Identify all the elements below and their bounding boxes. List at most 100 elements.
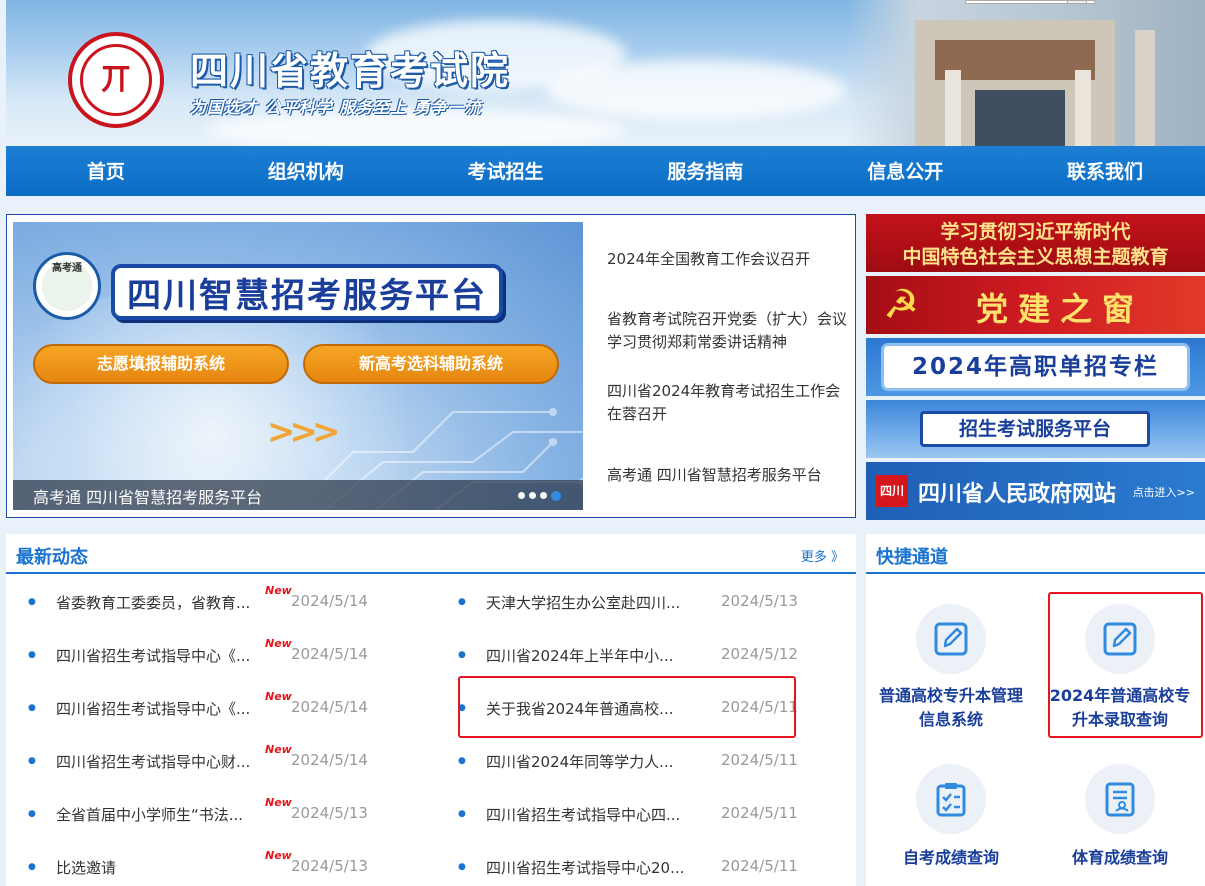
news-item[interactable]: ● 四川省招生考试指导中心《... New 2024/5/14 — [28, 637, 371, 669]
news-title: 关于我省2024年普通高校... — [486, 700, 674, 718]
news-item[interactable]: ● 四川省招生考试指导中心四... 2024/5/11 — [458, 804, 801, 828]
featured-panel: 高考通 四川智慧招考服务平台 志愿填报辅助系统 新高考选科辅助系统 >>> 高考… — [6, 214, 856, 518]
news-item[interactable]: ● 全省首届中小学师生“书法... New 2024/5/13 — [28, 796, 371, 828]
headline-item[interactable]: 2024年全国教育工作会议召开 — [607, 248, 855, 271]
site-logo[interactable]: 丌 — [68, 32, 164, 128]
new-badge: New — [265, 849, 292, 862]
news-item[interactable]: ● 省委教育工委委员，省教育... New 2024/5/14 — [28, 584, 371, 616]
news-header: 最新动态 更多 》 — [6, 534, 856, 574]
bullet-icon: ● — [28, 756, 36, 766]
nav-item-service-guide[interactable]: 服务指南 — [605, 146, 805, 196]
image-slider[interactable]: 高考通 四川智慧招考服务平台 志愿填报辅助系统 新高考选科辅助系统 >>> 高考… — [13, 222, 583, 510]
news-date: 2024/5/14 — [291, 698, 368, 716]
new-badge: New — [265, 743, 292, 756]
slider-title: 四川智慧招考服务平台 — [111, 264, 503, 320]
more-link[interactable]: 更多 》 — [801, 546, 844, 565]
news-date: 2024/5/14 — [291, 751, 368, 769]
new-badge: New — [265, 637, 292, 650]
bullet-icon: ● — [28, 650, 36, 660]
slider-logo-text: 高考通 — [52, 263, 82, 274]
provincial-government-banner[interactable]: 四川 四川省人民政府网站 点击进入>> — [866, 462, 1205, 520]
news-date: 2024/5/14 — [291, 645, 368, 663]
quick-label: 2024年普通高校专 — [1049, 686, 1191, 705]
news-item[interactable]: ● 四川省招生考试指导中心20... 2024/5/11 — [458, 857, 801, 881]
news-item[interactable]: ● 四川省招生考试指导中心财... New 2024/5/14 — [28, 743, 371, 775]
news-item[interactable]: ● 四川省招生考试指导中心《... New 2024/5/14 — [28, 690, 371, 722]
headline-item[interactable]: 省教育考试院召开党委（扩大）会议学习贯彻郑莉常委讲话精神 — [607, 308, 855, 354]
news-item[interactable]: ● 四川省2024年上半年中小... 2024/5/12 — [458, 645, 801, 669]
news-title: 四川省招生考试指导中心财... — [56, 753, 251, 771]
bullet-icon: ● — [458, 597, 466, 607]
subject-selection-button[interactable]: 新高考选科辅助系统 — [303, 344, 559, 384]
party-building-banner[interactable]: ☭ 党建之窗 — [866, 276, 1205, 334]
news-date: 2024/5/11 — [721, 857, 798, 875]
site-title: 四川省教育考试院 — [190, 49, 511, 93]
news-date: 2024/5/14 — [291, 592, 368, 610]
clipboard-check-icon — [916, 764, 986, 834]
site-header: 丌 四川省教育考试院 为国选才 公平科学 服务至上 勇争一流 — [6, 0, 1205, 146]
slider-dot[interactable] — [540, 492, 547, 499]
news-item[interactable]: ● 四川省2024年同等学力人... 2024/5/11 — [458, 751, 801, 775]
document-list-icon — [1085, 764, 1155, 834]
bullet-icon: ● — [28, 597, 36, 607]
slider-caption-bar: 高考通 四川省智慧招考服务平台 — [13, 480, 583, 510]
bullet-icon: ● — [28, 809, 36, 819]
news-item[interactable]: ● 比选邀请 New 2024/5/13 — [28, 849, 371, 881]
headline-item[interactable]: 高考通 四川省智慧招考服务平台 — [607, 464, 855, 487]
news-date: 2024/5/13 — [291, 804, 368, 822]
bullet-icon: ● — [458, 809, 466, 819]
vocational-admission-banner[interactable]: 2024年高职单招专栏 — [866, 338, 1205, 396]
news-title: 比选邀请 — [56, 859, 117, 877]
quick-label: 信息系统 — [918, 710, 983, 729]
news-title: 省委教育工委委员，省教育... — [56, 594, 251, 612]
news-title: 四川省2024年同等学力人... — [486, 753, 674, 771]
slider-logo: 高考通 — [33, 252, 101, 320]
quick-label: 升本录取查询 — [1071, 710, 1168, 729]
slider-dot[interactable] — [518, 492, 525, 499]
site-slogan: 为国选才 公平科学 服务至上 勇争一流 — [190, 98, 482, 117]
latest-news-panel: 最新动态 更多 》 ● 省委教育工委委员，省教育... New 2024/5/14 ● 四… — [6, 534, 856, 886]
enter-link: 点击进入>> — [1132, 486, 1195, 499]
nav-item-home[interactable]: 首页 — [6, 146, 206, 196]
banner-text: 中国特色社会主义思想主题教育 — [902, 246, 1169, 268]
news-title: 最新动态 — [16, 547, 88, 568]
search-button[interactable] — [1067, 0, 1087, 4]
quick-label: 体育成绩查询 — [1071, 848, 1168, 867]
bullet-icon: ● — [28, 862, 36, 872]
quick-access-panel: 快捷通道 普通高校专升本管理 信息系统 2024年普通高校专 升本录取查询 自考… — [866, 534, 1205, 886]
news-title: 全省首届中小学师生“书法... — [56, 806, 244, 824]
slider-dot[interactable] — [529, 492, 536, 499]
edit-icon — [1085, 604, 1155, 674]
slider-dots — [518, 491, 561, 501]
quick-title: 快捷通道 — [876, 547, 948, 568]
news-item[interactable]: ● 关于我省2024年普通高校... 2024/5/11 — [458, 698, 801, 722]
news-date: 2024/5/11 — [721, 804, 798, 822]
banner-text: 党建之窗 — [976, 290, 1145, 328]
nav-item-contact[interactable]: 联系我们 — [1005, 146, 1205, 196]
bullet-icon: ● — [458, 703, 466, 713]
bullet-icon: ● — [458, 862, 466, 872]
bullet-icon: ● — [458, 756, 466, 766]
news-title: 四川省招生考试指导中心《... — [56, 700, 251, 718]
logo-glyph: 丌 — [101, 62, 131, 97]
news-title: 四川省2024年上半年中小... — [486, 647, 674, 665]
headline-item[interactable]: 四川省2024年教育考试招生工作会在蓉召开 — [607, 380, 855, 426]
nav-item-exams[interactable]: 考试招生 — [406, 146, 606, 196]
slider-caption: 高考通 四川省智慧招考服务平台 — [33, 488, 263, 507]
new-badge: New — [265, 584, 292, 597]
header-cloud — [546, 60, 846, 120]
news-title: 天津大学招生办公室赴四川... — [486, 594, 681, 612]
exam-service-platform-banner[interactable]: 招生考试服务平台 — [866, 400, 1205, 458]
news-title: 四川省招生考试指导中心四... — [486, 806, 681, 824]
news-item[interactable]: ● 天津大学招生办公室赴四川... 2024/5/13 — [458, 592, 801, 616]
new-badge: New — [265, 796, 292, 809]
nav-item-info-disclosure[interactable]: 信息公开 — [805, 146, 1005, 196]
theme-education-banner[interactable]: 学习贯彻习近平新时代 中国特色社会主义思想主题教育 — [866, 214, 1205, 272]
slider-dot[interactable] — [551, 491, 561, 501]
nav-item-organization[interactable]: 组织机构 — [206, 146, 406, 196]
bullet-icon: ● — [458, 650, 466, 660]
news-date: 2024/5/11 — [721, 751, 798, 769]
header-building-photo — [845, 0, 1205, 146]
quick-label: 普通高校专升本管理 — [878, 686, 1023, 705]
volunteer-filling-button[interactable]: 志愿填报辅助系统 — [33, 344, 289, 384]
